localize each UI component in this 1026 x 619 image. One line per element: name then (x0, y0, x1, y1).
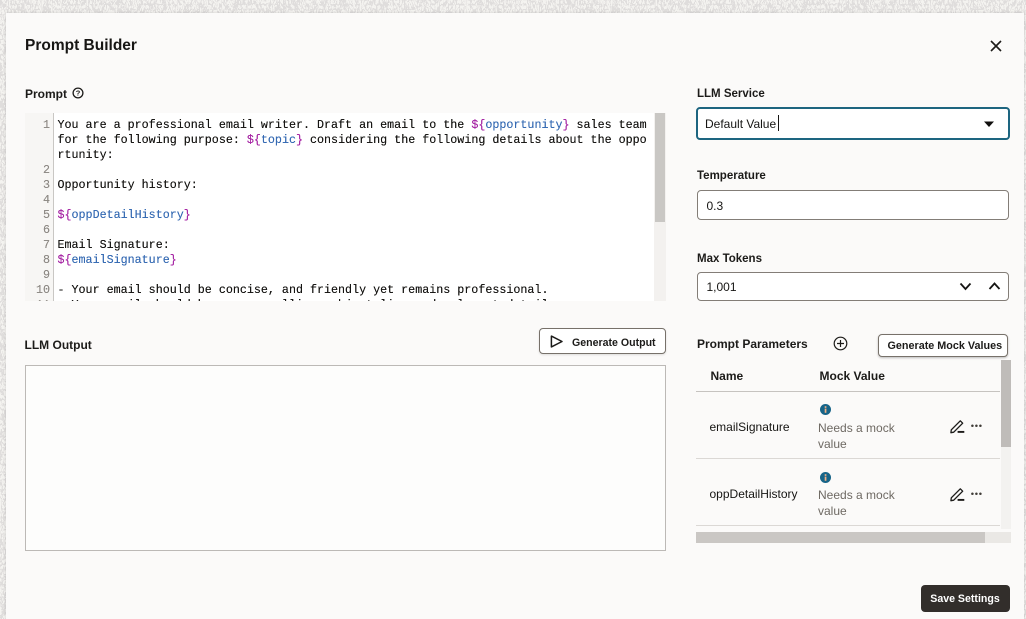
svg-text:?: ? (75, 88, 80, 97)
